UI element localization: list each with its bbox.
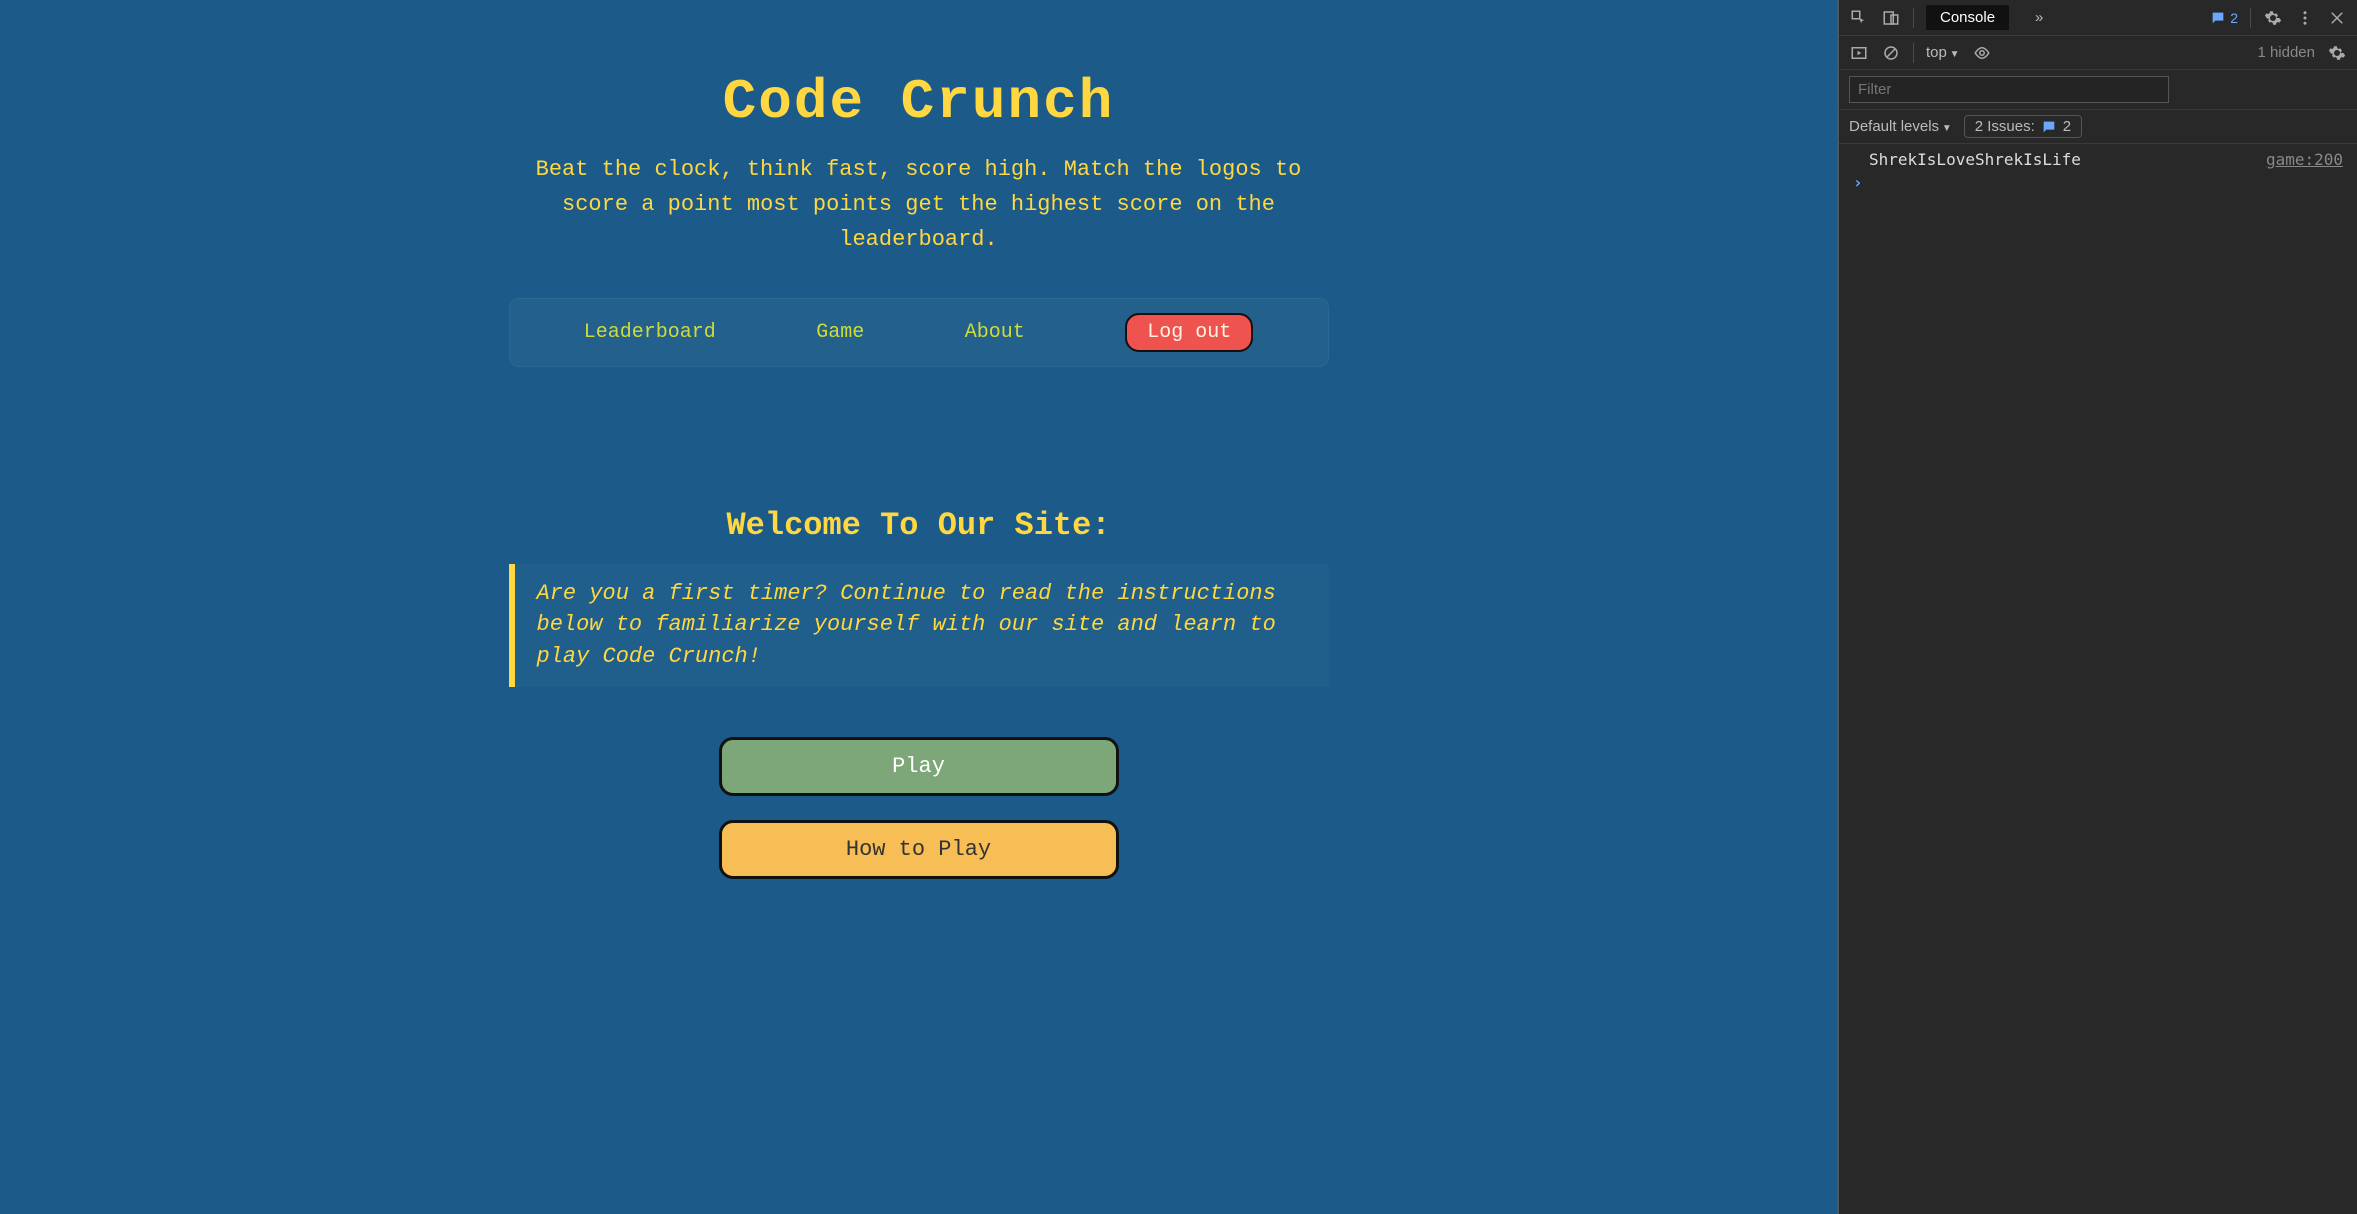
console-filter-input[interactable] xyxy=(1849,76,2169,103)
device-toolbar-icon[interactable] xyxy=(1881,8,1901,28)
tab-console[interactable]: Console xyxy=(1926,5,2009,30)
issues-button[interactable]: 2 Issues: 2 xyxy=(1964,115,2082,138)
page-title: Code Crunch xyxy=(20,70,1817,134)
welcome-heading: Welcome To Our Site: xyxy=(20,507,1817,544)
close-icon[interactable] xyxy=(2327,8,2347,28)
log-levels-selector[interactable]: Default levels xyxy=(1849,118,1952,135)
messages-badge[interactable]: 2 xyxy=(2210,10,2238,26)
clear-console-icon[interactable] xyxy=(1881,43,1901,63)
settings-icon[interactable] xyxy=(2263,8,2283,28)
nav-about[interactable]: About xyxy=(965,321,1025,344)
console-levels-bar: Default levels 2 Issues: 2 xyxy=(1839,110,2357,144)
divider xyxy=(2250,8,2251,28)
live-expression-icon[interactable] xyxy=(1972,43,1992,63)
console-prompt[interactable]: › xyxy=(1839,171,2357,194)
app-viewport: Code Crunch Beat the clock, think fast, … xyxy=(0,0,1837,1214)
kebab-menu-icon[interactable] xyxy=(2295,8,2315,28)
issues-count: 2 xyxy=(2063,118,2071,135)
hidden-count-label: 1 hidden xyxy=(2257,44,2315,61)
main-nav: Leaderboard Game About Log out xyxy=(509,298,1329,367)
console-log-row: ShrekIsLoveShrekIsLife game:200 xyxy=(1839,148,2357,171)
tab-more[interactable]: » xyxy=(2021,5,2057,30)
divider xyxy=(1913,8,1914,28)
how-to-play-button[interactable]: How to Play xyxy=(719,820,1119,879)
play-button[interactable]: Play xyxy=(719,737,1119,796)
inspect-element-icon[interactable] xyxy=(1849,8,1869,28)
nav-leaderboard[interactable]: Leaderboard xyxy=(584,321,716,344)
devtools-tabbar: Console » 2 xyxy=(1839,0,2357,36)
console-settings-icon[interactable] xyxy=(2327,43,2347,63)
welcome-blurb: Are you a first timer? Continue to read … xyxy=(509,564,1329,688)
nav-game[interactable]: Game xyxy=(816,321,864,344)
devtools-panel: Console » 2 xyxy=(1837,0,2357,1214)
console-output: ShrekIsLoveShrekIsLife game:200 › xyxy=(1839,144,2357,1214)
console-log-message: ShrekIsLoveShrekIsLife xyxy=(1869,150,2266,169)
context-selector[interactable]: top xyxy=(1926,44,1960,61)
page-subtitle: Beat the clock, think fast, score high. … xyxy=(509,152,1329,258)
console-filter-bar xyxy=(1839,70,2357,110)
toggle-sidebar-icon[interactable] xyxy=(1849,43,1869,63)
messages-badge-count: 2 xyxy=(2230,10,2238,26)
console-toolbar: top 1 hidden xyxy=(1839,36,2357,70)
console-log-source[interactable]: game:200 xyxy=(2266,150,2343,169)
divider xyxy=(1913,43,1914,63)
issues-label: 2 Issues: xyxy=(1975,118,2035,135)
logout-button[interactable]: Log out xyxy=(1125,313,1253,352)
